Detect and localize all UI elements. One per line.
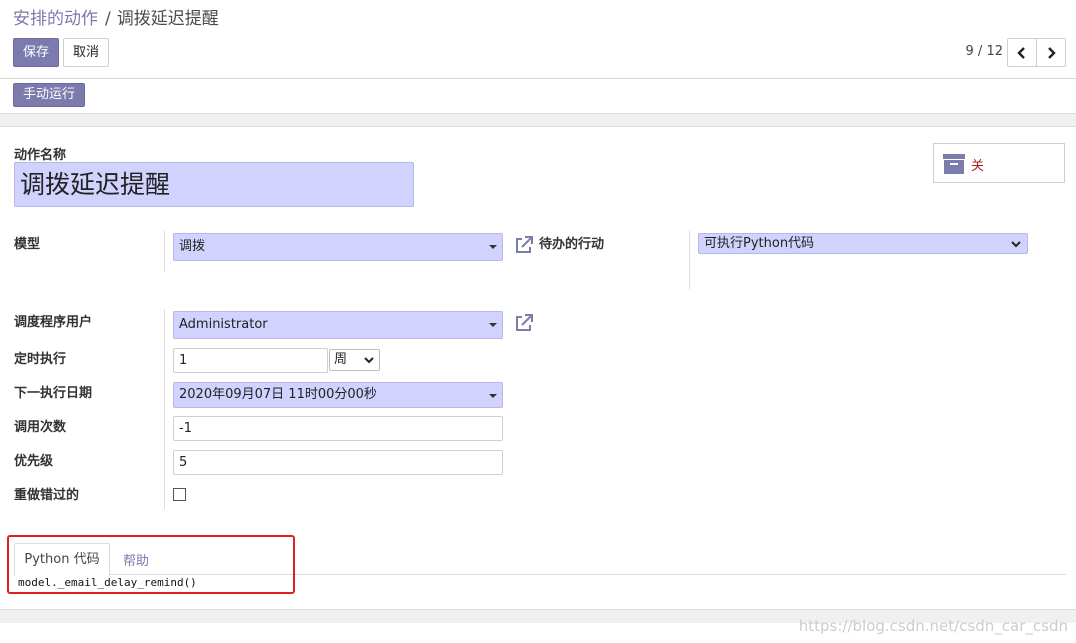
nextcall-label: 下一执行日期 — [14, 386, 93, 401]
model-value: 调拨 — [179, 239, 206, 254]
nextcall-value: 2020年09月07日 11时00分00秒 — [179, 387, 377, 402]
archive-toggle-label: 关 — [971, 159, 985, 174]
external-link-icon[interactable] — [514, 235, 534, 255]
model-label: 模型 — [14, 237, 41, 252]
numbercall-label: 调用次数 — [14, 420, 67, 435]
highlight-annotation-box — [7, 535, 295, 594]
pager-previous-button[interactable] — [1007, 38, 1037, 67]
cancel-button[interactable]: 取消 — [63, 38, 109, 67]
doall-label: 重做错过的 — [14, 488, 80, 503]
control-panel: 安排的动作 / 调拨延迟提醒 保存 取消 9 / 12 — [0, 0, 1076, 79]
interval-unit-select[interactable]: 周 — [329, 349, 380, 371]
priority-input[interactable]: 5 — [173, 450, 503, 475]
breadcrumb-separator: / — [105, 9, 111, 29]
field-separator — [164, 309, 165, 509]
field-separator — [689, 231, 690, 289]
user-value: Administrator — [179, 317, 268, 332]
chevron-down-icon — [364, 357, 374, 364]
caret-down-icon — [489, 323, 497, 327]
form-sheet: 动作名称 调拨延迟提醒 关 模型 调拨 待办的行动 可执行Python代码 调度… — [0, 127, 1076, 609]
archive-toggle-button[interactable]: 关 — [933, 143, 1065, 183]
external-link-icon[interactable] — [514, 313, 534, 333]
breadcrumb-parent-link[interactable]: 安排的动作 — [13, 9, 98, 29]
action-select[interactable]: 可执行Python代码 — [698, 233, 1028, 254]
watermark-text: https://blog.csdn.net/csdn_car_csdn — [798, 617, 1068, 635]
interval-label: 定时执行 — [14, 352, 67, 367]
archive-box-icon — [943, 154, 965, 174]
nextcall-datetime-input[interactable]: 2020年09月07日 11时00分00秒 — [173, 382, 503, 408]
user-select[interactable]: Administrator — [173, 311, 503, 339]
doall-checkbox[interactable] — [173, 488, 186, 501]
pager-value[interactable]: 9 / 12 — [966, 44, 1003, 59]
action-value: 可执行Python代码 — [704, 236, 815, 251]
numbercall-input[interactable]: -1 — [173, 416, 503, 441]
statusbar: 手动运行 — [0, 79, 1076, 113]
caret-down-icon — [489, 245, 497, 249]
user-label: 调度程序用户 — [14, 315, 93, 330]
model-select[interactable]: 调拨 — [173, 233, 503, 261]
name-label: 动作名称 — [14, 148, 67, 163]
chevron-left-icon — [1017, 46, 1025, 59]
pager-next-button[interactable] — [1036, 38, 1066, 67]
caret-down-icon — [489, 394, 497, 398]
name-input[interactable]: 调拨延迟提醒 — [14, 162, 414, 207]
chevron-down-icon — [1011, 241, 1021, 248]
interval-unit-value: 周 — [334, 352, 348, 367]
action-label: 待办的行动 — [539, 237, 605, 252]
field-separator — [164, 231, 165, 272]
priority-label: 优先级 — [14, 454, 54, 469]
breadcrumb-current: 调拨延迟提醒 — [116, 9, 219, 29]
interval-number-input[interactable]: 1 — [173, 348, 328, 373]
sheet-top-background — [0, 113, 1076, 127]
chevron-right-icon — [1048, 46, 1056, 59]
save-button[interactable]: 保存 — [13, 38, 59, 67]
breadcrumb: 安排的动作 / 调拨延迟提醒 — [13, 8, 219, 30]
run-manually-button[interactable]: 手动运行 — [13, 83, 85, 107]
